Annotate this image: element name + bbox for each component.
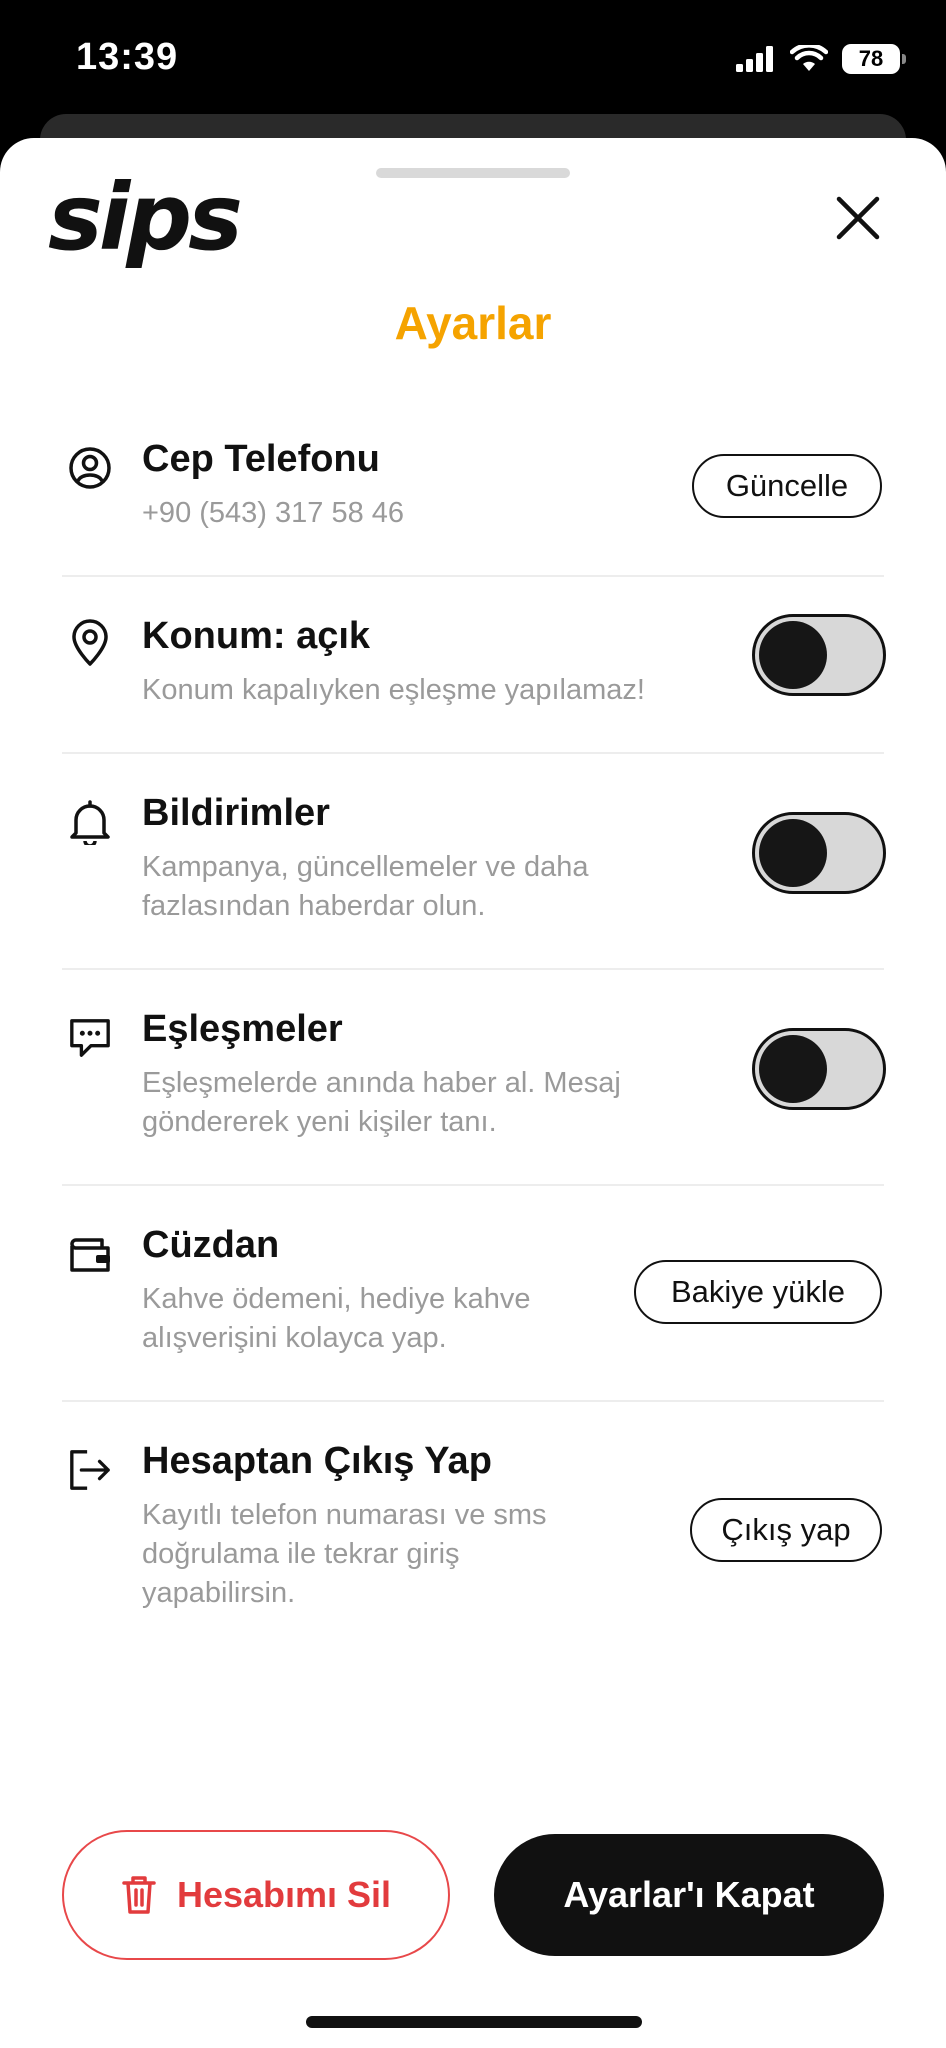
setting-title: Hesaptan Çıkış Yap (142, 1440, 492, 1482)
matches-toggle[interactable] (752, 1028, 886, 1110)
divider (62, 1184, 884, 1186)
wifi-icon (790, 45, 828, 71)
divider (62, 1400, 884, 1402)
setting-subtitle: Kampanya, güncellemeler ve daha fazlasın… (142, 851, 589, 922)
bell-icon (68, 800, 112, 845)
battery-level: 78 (858, 46, 884, 71)
notifications-toggle[interactable] (752, 812, 886, 894)
setting-matches: Eşleşmeler Eşleşmelerde anında haber al.… (62, 1008, 886, 1138)
setting-title: Konum: açık (142, 615, 371, 657)
setting-location: Konum: açık Konum kapalıyken eşleşme yap… (62, 614, 886, 715)
toggle-knob (759, 819, 827, 887)
status-icons: 78 (736, 44, 906, 74)
logout-icon (68, 1448, 112, 1492)
setting-subtitle: Kayıtlı telefon numarası ve sms doğrulam… (142, 1499, 547, 1609)
setting-logout: Hesaptan Çıkış Yap Kayıtlı telefon numar… (62, 1440, 884, 1610)
setting-title: Cep Telefonu (142, 438, 380, 480)
trash-icon (122, 1876, 156, 1914)
chat-bubble-icon (68, 1016, 112, 1060)
close-icon (836, 196, 880, 240)
setting-phone: Cep Telefonu +90 (543) 317 58 46 Güncell… (62, 438, 884, 538)
setting-notifications: Bildirimler Kampanya, güncellemeler ve d… (62, 792, 886, 922)
battery-indicator: 78 (842, 44, 906, 74)
delete-account-button[interactable]: Hesabımı Sil (62, 1830, 450, 1960)
wallet-icon (68, 1234, 112, 1278)
setting-title: Bildirimler (142, 792, 330, 834)
toggle-knob (759, 1035, 827, 1103)
sheet-grabber[interactable] (376, 168, 570, 178)
setting-title: Eşleşmeler (142, 1008, 343, 1050)
setting-wallet: Cüzdan Kahve ödemeni, hediye kahve alışv… (62, 1224, 884, 1354)
divider (62, 968, 884, 970)
setting-subtitle: Eşleşmelerde anında haber al. Mesaj gönd… (142, 1067, 621, 1138)
page-title: Ayarlar (394, 297, 552, 349)
setting-title: Cüzdan (142, 1224, 280, 1266)
divider (62, 575, 884, 577)
divider (62, 752, 884, 754)
load-balance-button[interactable]: Bakiye yükle (634, 1260, 882, 1324)
close-button[interactable] (830, 190, 886, 246)
setting-subtitle: Kahve ödemeni, hediye kahve alışverişini… (142, 1283, 531, 1354)
cellular-signal-icon (736, 46, 773, 72)
logout-button[interactable]: Çıkış yap (690, 1498, 882, 1562)
setting-subtitle: Konum kapalıyken eşleşme yapılamaz! (142, 674, 645, 706)
location-toggle[interactable] (752, 614, 886, 696)
status-time: 13:39 (76, 36, 179, 78)
delete-account-label: Hesabımı Sil (176, 1874, 392, 1915)
user-circle-icon (68, 446, 112, 490)
sips-logo: sips (48, 164, 243, 271)
status-bar: 13:39 78 (0, 0, 946, 130)
close-settings-button[interactable]: Ayarlar'ı Kapat (494, 1834, 884, 1956)
setting-subtitle: +90 (543) 317 58 46 (142, 497, 405, 529)
location-pin-icon (68, 619, 112, 666)
toggle-knob (759, 621, 827, 689)
settings-sheet: sips Ayarlar Cep Telefonu +90 (543) 317 … (0, 138, 946, 2048)
home-indicator (306, 2016, 642, 2028)
update-phone-button[interactable]: Güncelle (692, 454, 882, 518)
